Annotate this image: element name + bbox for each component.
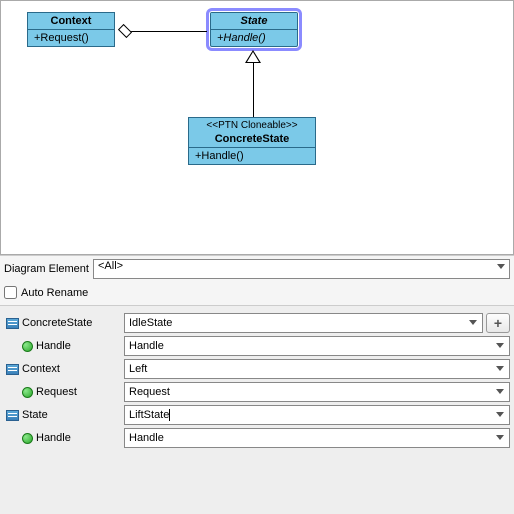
- property-value: Left: [129, 363, 147, 375]
- method-icon: [22, 433, 33, 444]
- property-value: Handle: [129, 340, 164, 352]
- uml-operation: +Handle(): [189, 148, 315, 164]
- property-row: State LiftState: [4, 404, 510, 426]
- property-value: Handle: [129, 432, 164, 444]
- property-row: Handle Handle: [4, 335, 510, 357]
- chevron-down-icon: [469, 320, 477, 325]
- property-label: State: [4, 409, 124, 421]
- text-cursor: [169, 409, 170, 421]
- diamond-icon: [118, 24, 132, 38]
- method-icon: [22, 341, 33, 352]
- property-row: Request Request: [4, 381, 510, 403]
- properties-panel: ConcreteState IdleState + Handle Handle Conte…: [0, 306, 514, 514]
- property-field[interactable]: Handle: [124, 336, 510, 356]
- chevron-down-icon: [496, 343, 504, 348]
- uml-stereotype: <<PTN Cloneable>>: [189, 118, 315, 131]
- diagram-element-value: <All>: [98, 260, 123, 272]
- diagram-element-select[interactable]: <All>: [93, 259, 510, 279]
- property-field[interactable]: Handle: [124, 428, 510, 448]
- property-label-text: Context: [22, 363, 60, 375]
- connector-generalization: [253, 63, 254, 117]
- property-field[interactable]: Request: [124, 382, 510, 402]
- chevron-down-icon: [496, 366, 504, 371]
- chevron-down-icon: [496, 412, 504, 417]
- auto-rename-checkbox[interactable]: [4, 286, 17, 299]
- class-icon: [6, 364, 19, 375]
- add-button[interactable]: +: [486, 313, 510, 333]
- property-row: Context Left: [4, 358, 510, 380]
- property-label: Request: [4, 386, 124, 398]
- property-label: Handle: [4, 432, 124, 444]
- property-row: ConcreteState IdleState +: [4, 312, 510, 334]
- diagram-element-filter-row: Diagram Element <All>: [0, 255, 514, 282]
- triangle-icon-inner: [247, 52, 259, 62]
- uml-operation: +Request(): [28, 30, 114, 46]
- class-icon: [6, 318, 19, 329]
- property-label: ConcreteState: [4, 317, 124, 329]
- property-field[interactable]: Left: [124, 359, 510, 379]
- property-label: Handle: [4, 340, 124, 352]
- diagram-canvas[interactable]: Context +Request() State +Handle() <<PTN…: [0, 0, 514, 255]
- property-value: IdleState: [129, 317, 172, 329]
- uml-title: ConcreteState: [189, 131, 315, 148]
- property-label-text: Request: [36, 386, 77, 398]
- uml-title: State: [211, 13, 297, 30]
- method-icon: [22, 387, 33, 398]
- property-label-text: State: [22, 409, 48, 421]
- property-label-text: Handle: [36, 432, 71, 444]
- property-field[interactable]: IdleState: [124, 313, 483, 333]
- uml-class-context[interactable]: Context +Request(): [27, 12, 115, 47]
- property-label-text: Handle: [36, 340, 71, 352]
- chevron-down-icon: [497, 264, 505, 269]
- property-label: Context: [4, 363, 124, 375]
- property-value: Request: [129, 386, 170, 398]
- auto-rename-label: Auto Rename: [21, 287, 88, 299]
- property-label-text: ConcreteState: [22, 317, 92, 329]
- chevron-down-icon: [496, 389, 504, 394]
- uml-title: Context: [28, 13, 114, 30]
- class-icon: [6, 410, 19, 421]
- auto-rename-row: Auto Rename: [0, 282, 514, 306]
- uml-class-state[interactable]: State +Handle(): [210, 12, 298, 47]
- property-value: LiftState: [129, 409, 169, 421]
- uml-operation: +Handle(): [211, 30, 297, 46]
- property-row: Handle Handle: [4, 427, 510, 449]
- property-field[interactable]: LiftState: [124, 405, 510, 425]
- chevron-down-icon: [496, 435, 504, 440]
- diagram-element-label: Diagram Element: [4, 263, 89, 275]
- uml-class-concrete[interactable]: <<PTN Cloneable>> ConcreteState +Handle(…: [188, 117, 316, 165]
- connector-aggregation: [129, 31, 207, 32]
